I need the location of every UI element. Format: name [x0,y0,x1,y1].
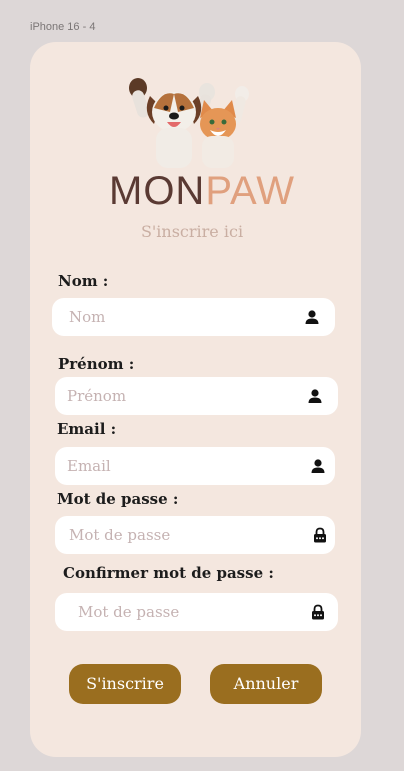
prenom-label: Prénom : [58,355,135,373]
confirm-password-field[interactable]: Mot de passe [55,593,338,631]
user-icon [308,389,322,403]
user-icon [311,459,325,473]
nom-field[interactable]: Nom [52,298,335,336]
user-icon [305,310,319,324]
password-field[interactable]: Mot de passe [55,516,335,554]
signup-button[interactable]: S'inscrire [69,664,181,704]
cancel-button[interactable]: Annuler [210,664,322,704]
lock-icon [312,604,324,620]
nom-placeholder: Nom [69,308,106,326]
nom-label: Nom : [58,272,109,290]
email-label: Email : [57,420,117,438]
prenom-placeholder: Prénom [67,387,127,405]
email-placeholder: Email [67,457,111,475]
password-placeholder: Mot de passe [69,526,171,544]
lock-icon [314,527,326,543]
confirm-password-placeholder: Mot de passe [78,603,180,621]
pets-logo-illustration [129,78,249,168]
page-subtitle: S'inscrire ici [140,222,244,241]
password-label: Mot de passe : [57,490,179,508]
brand-logo-text: MONPAW [0,168,404,214]
prenom-field[interactable]: Prénom [55,377,338,415]
brand-part-mon: MON [109,169,206,213]
frame-label: iPhone 16 - 4 [30,21,96,33]
confirm-password-label: Confirmer mot de passe : [63,564,274,582]
brand-part-paw: PAW [205,169,295,213]
email-field[interactable]: Email [55,447,335,485]
